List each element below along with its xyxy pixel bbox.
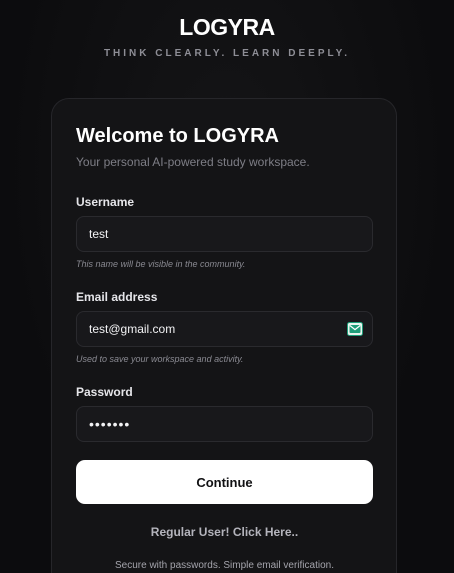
password-label: Password [76, 385, 133, 399]
mail-icon[interactable] [347, 321, 363, 337]
brand-logo: LOGYRA [179, 14, 275, 40]
email-label: Email address [76, 290, 158, 304]
email-hint: Used to save your workspace and activity… [76, 354, 244, 364]
password-input[interactable] [89, 407, 344, 441]
security-note: Secure with passwords. Simple email veri… [115, 560, 334, 571]
login-page: LOGYRA THINK CLEARLY. LEARN DEEPLY. Welc… [0, 0, 454, 573]
tagline: THINK CLEARLY. LEARN DEEPLY. [103, 48, 351, 59]
card-subtitle: Your personal AI-powered study workspace… [76, 155, 310, 169]
continue-button[interactable]: Continue [76, 460, 373, 504]
regular-user-link[interactable]: Regular User! Click Here.. [76, 525, 373, 539]
email-field-container [76, 311, 373, 347]
username-hint: This name will be visible in the communi… [76, 259, 246, 269]
card-title: Welcome to LOGYRA [76, 125, 279, 147]
username-input[interactable] [89, 217, 344, 251]
username-field-container [76, 216, 373, 252]
password-field-container [76, 406, 373, 442]
email-input[interactable] [89, 312, 344, 346]
username-label: Username [76, 195, 135, 209]
